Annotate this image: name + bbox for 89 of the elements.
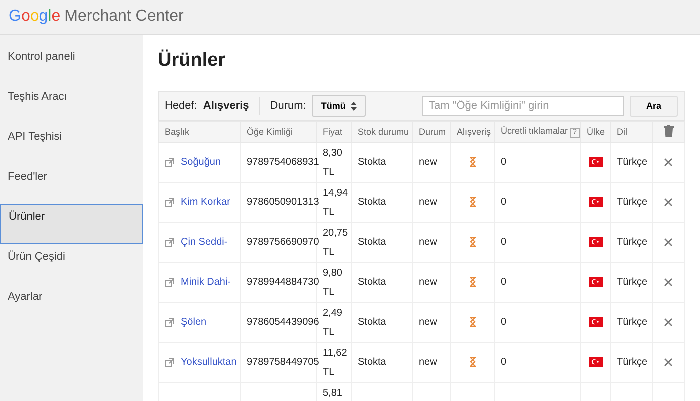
paid-clicks: 0 <box>501 357 507 368</box>
language: Türkçe <box>617 157 648 168</box>
paid-clicks: 0 <box>501 317 507 328</box>
price: 2,49 TL <box>323 308 342 338</box>
column-header[interactable]: Fiyat <box>316 122 352 142</box>
external-link-icon <box>165 198 175 208</box>
item-id: 9789756690970 <box>247 237 320 248</box>
turkey-flag-icon <box>588 197 602 208</box>
stock-status: Stokta <box>358 237 386 248</box>
condition: new <box>419 357 438 368</box>
sort-caret-icon <box>350 102 357 110</box>
hourglass-icon <box>470 157 476 168</box>
turkey-flag-icon <box>588 157 602 168</box>
external-link-icon <box>165 278 175 288</box>
turkey-flag-icon <box>588 357 602 368</box>
price: 20,75 TL <box>323 228 348 258</box>
sidebar-item[interactable]: Feed'ler <box>0 164 143 204</box>
close-icon[interactable] <box>664 278 673 287</box>
language: Türkçe <box>617 237 648 248</box>
product-title-link[interactable]: Şölen <box>181 313 207 332</box>
sidebar-item[interactable]: Ürünler <box>0 204 143 244</box>
stock-status: Stokta <box>358 197 386 208</box>
external-link-icon <box>165 238 175 248</box>
condition: new <box>419 277 438 288</box>
price: 5,81 <box>323 388 342 399</box>
condition: new <box>419 157 438 168</box>
item-id: 9789944884730 <box>247 277 320 288</box>
paid-clicks: 0 <box>501 157 507 168</box>
close-icon[interactable] <box>664 238 673 247</box>
target-value: Alışveriş <box>203 100 250 112</box>
column-header[interactable]: Stok durumu <box>352 122 412 142</box>
paid-clicks: 0 <box>501 277 507 288</box>
condition: new <box>419 317 438 328</box>
column-header[interactable]: Ülke <box>580 122 610 142</box>
language: Türkçe <box>617 277 648 288</box>
external-link-icon <box>165 158 175 168</box>
column-header[interactable] <box>652 122 684 142</box>
status-dropdown[interactable]: Tümü <box>312 95 366 117</box>
price: 9,80 TL <box>323 268 342 298</box>
condition: new <box>419 237 438 248</box>
paid-clicks: 0 <box>501 197 507 208</box>
column-header[interactable]: Öğe Kimliği <box>240 122 316 142</box>
stock-status: Stokta <box>358 357 386 368</box>
sidebar-item[interactable]: API Teşhisi <box>0 124 143 164</box>
sidebar-item[interactable]: Ayarlar <box>0 284 143 324</box>
hourglass-icon <box>470 357 476 368</box>
sidebar-item[interactable]: Teşhis Aracı <box>0 84 143 124</box>
close-icon[interactable] <box>664 358 673 367</box>
logo-text: Google <box>9 8 61 26</box>
sidebar-item[interactable]: Kontrol paneli <box>0 44 143 84</box>
product-name: Merchant Center <box>64 8 184 26</box>
close-icon[interactable] <box>664 318 673 327</box>
condition: new <box>419 197 438 208</box>
language: Türkçe <box>617 317 648 328</box>
search-button[interactable]: Ara <box>630 96 678 116</box>
sidebar-item[interactable]: Ürün Çeşidi <box>0 244 143 284</box>
page-title: Ürünler <box>158 50 227 72</box>
status-label: Durum: <box>270 100 306 112</box>
paid-clicks: 0 <box>501 237 507 248</box>
price: 11,62 TL <box>323 348 348 378</box>
hourglass-icon <box>470 197 476 208</box>
close-icon[interactable] <box>664 158 673 167</box>
item-id: 9789754068931 <box>247 157 320 168</box>
external-link-icon <box>165 358 175 368</box>
turkey-flag-icon <box>588 237 602 248</box>
hourglass-icon <box>470 237 476 248</box>
column-header[interactable]: Alışveriş <box>450 122 494 142</box>
column-header[interactable]: Dil <box>610 122 652 142</box>
external-link-icon <box>165 318 175 328</box>
stock-status: Stokta <box>358 317 386 328</box>
price: 8,30 TL <box>323 148 342 178</box>
language: Türkçe <box>617 357 648 368</box>
item-id: 9786054439096 <box>247 317 320 328</box>
target-label: Hedef: <box>165 100 198 112</box>
column-header[interactable]: Durum <box>412 122 450 142</box>
close-icon[interactable] <box>664 198 673 207</box>
search-field[interactable]: Tam "Öğe Kimliğini" girin <box>422 96 624 116</box>
trash-icon[interactable] <box>664 125 674 137</box>
turkey-flag-icon <box>588 317 602 328</box>
stock-status: Stokta <box>358 157 386 168</box>
column-header[interactable]: Başlık <box>158 122 240 142</box>
price: 14,94 TL <box>323 188 348 218</box>
language: Türkçe <box>617 197 648 208</box>
item-id: 9786050901313 <box>247 197 320 208</box>
item-id: 9789758449705 <box>247 357 320 368</box>
stock-status: Stokta <box>358 277 386 288</box>
turkey-flag-icon <box>588 277 602 288</box>
hourglass-icon <box>470 277 476 288</box>
hourglass-icon <box>470 317 476 328</box>
